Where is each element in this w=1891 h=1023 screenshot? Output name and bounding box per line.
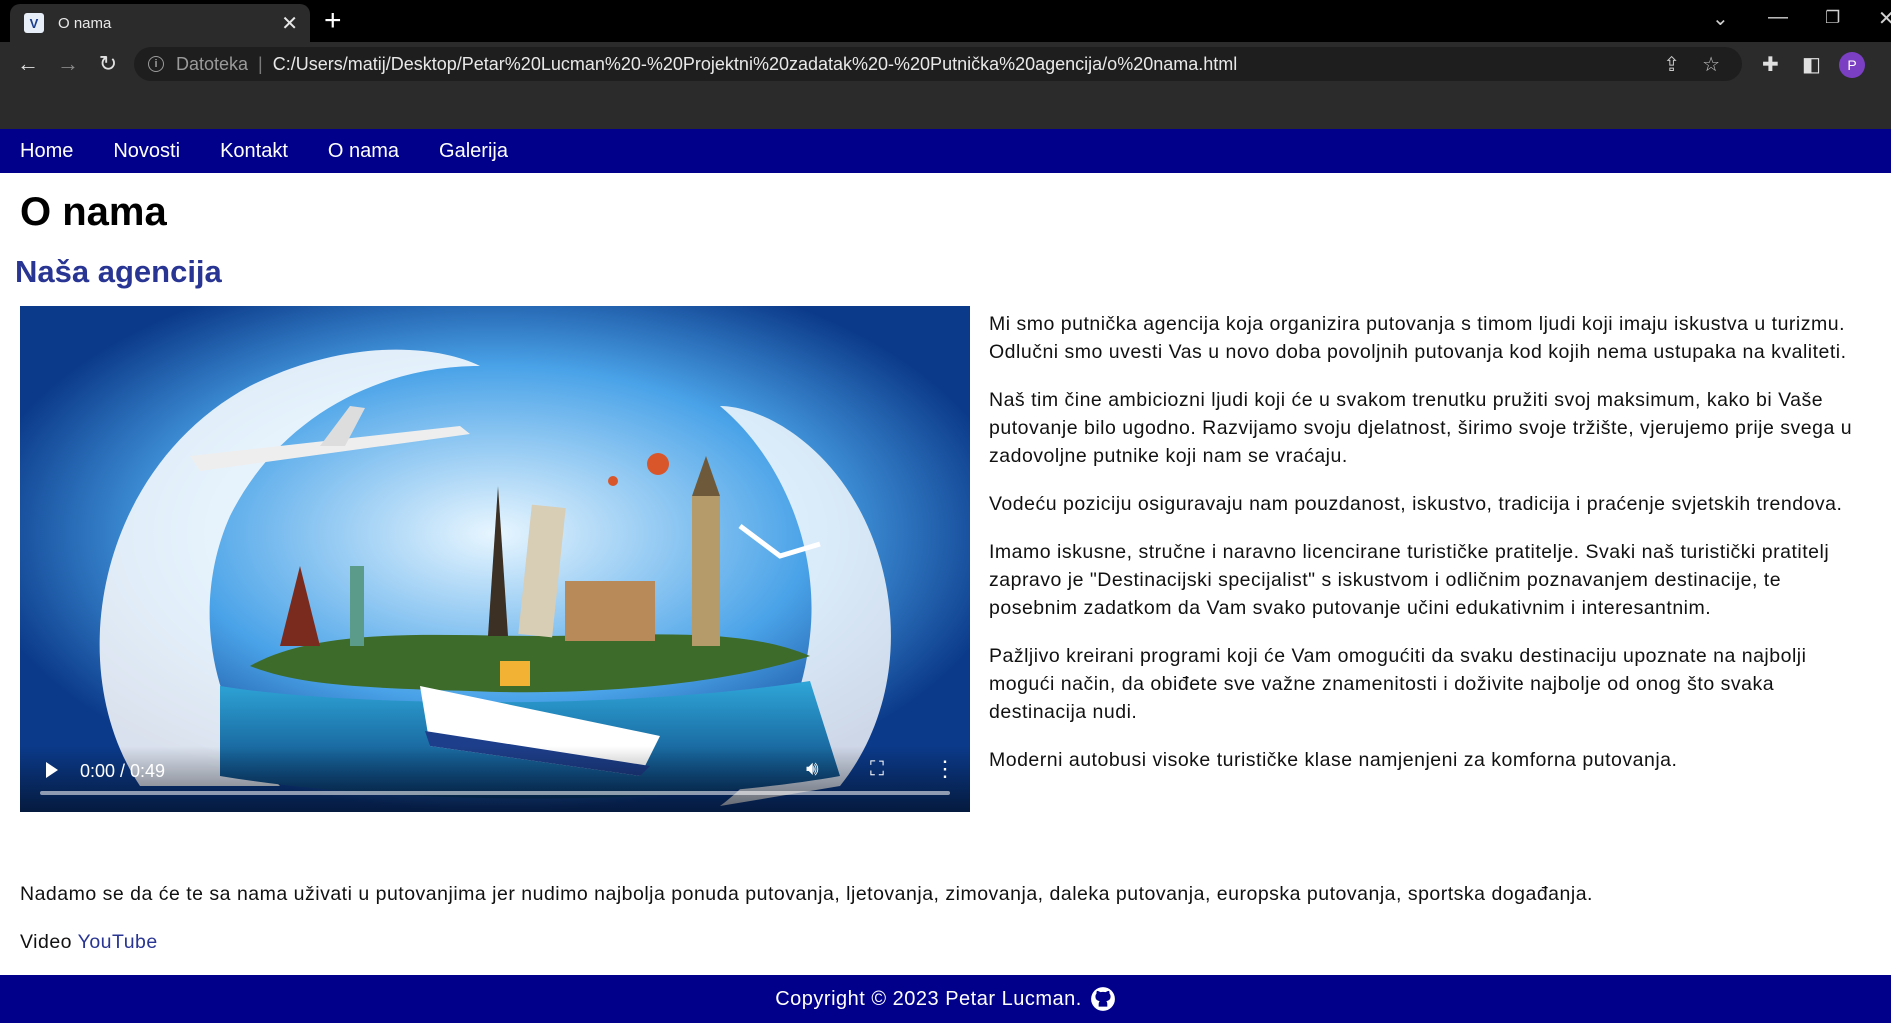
- back-arrow-icon[interactable]: ←: [14, 50, 42, 78]
- close-window-icon[interactable]: ✕: [1878, 6, 1891, 31]
- bookmarks-bar-area: [0, 86, 1891, 129]
- closing-paragraph: Nadamo se da će te sa nama uživati u put…: [20, 883, 1593, 905]
- footer-copyright: Copyright © 2023 Petar Lucman.: [775, 987, 1082, 1010]
- tab-close-icon[interactable]: ✕: [281, 11, 298, 36]
- site-footer: Copyright © 2023 Petar Lucman.: [0, 975, 1891, 1023]
- nav-novosti-link[interactable]: Novosti: [113, 140, 180, 163]
- nav-home-link[interactable]: Home: [20, 140, 73, 163]
- nav-kontakt-link[interactable]: Kontakt: [220, 140, 288, 163]
- video-progress-bar[interactable]: [40, 791, 950, 795]
- site-navbar: Home Novosti Kontakt O nama Galerija: [0, 129, 1891, 173]
- nav-o-nama-link[interactable]: O nama: [328, 140, 399, 163]
- browser-tab[interactable]: V O nama ✕: [10, 4, 310, 42]
- play-icon[interactable]: [44, 760, 60, 780]
- fullscreen-icon[interactable]: ⛶: [870, 758, 884, 781]
- browser-toolbar: ← → ↻ i Datoteka | C:/Users/matij/Deskto…: [0, 42, 1891, 86]
- new-tab-icon[interactable]: +: [324, 5, 342, 37]
- about-paragraph: Vodeću poziciju osiguravaju nam pouzdano…: [989, 493, 1843, 515]
- volume-icon[interactable]: 🔊︎: [806, 758, 819, 781]
- about-paragraph: Moderni autobusi visoke turističke klase…: [989, 749, 1678, 771]
- bookmark-star-icon[interactable]: ☆: [1702, 52, 1720, 77]
- restore-icon[interactable]: ❐: [1825, 8, 1840, 28]
- info-icon[interactable]: i: [148, 56, 164, 72]
- tab-favicon-icon: V: [24, 13, 44, 33]
- side-panel-icon[interactable]: ◧: [1802, 52, 1821, 77]
- github-icon[interactable]: [1090, 986, 1116, 1012]
- nav-galerija-link[interactable]: Galerija: [439, 140, 508, 163]
- tab-search-chevron-icon[interactable]: ⌄: [1712, 6, 1729, 31]
- browser-tabstrip: V O nama ✕ + ⌄ — ❐ ✕: [0, 0, 1891, 42]
- forward-arrow-icon[interactable]: →: [54, 50, 82, 78]
- video-controls: 0:00 / 0:49 🔊︎ ⛶ ⋮: [20, 746, 970, 812]
- video-time: 0:00 / 0:49: [80, 761, 166, 781]
- about-paragraph: Mi smo putnička agencija koja organizira…: [989, 313, 1847, 363]
- reload-icon[interactable]: ↻: [94, 50, 122, 78]
- youtube-link[interactable]: YouTube: [78, 931, 158, 953]
- about-paragraph: Naš tim čine ambiciozni ljudi koji će u …: [989, 389, 1853, 467]
- video-poster-image: [20, 306, 970, 812]
- address-bar[interactable]: i Datoteka | C:/Users/matij/Desktop/Peta…: [134, 47, 1742, 81]
- video-link-line: Video YouTube: [20, 928, 158, 956]
- profile-avatar[interactable]: P: [1839, 52, 1865, 78]
- about-text-column: Mi smo putnička agencija koja organizira…: [989, 310, 1875, 794]
- more-options-icon[interactable]: ⋮: [934, 756, 956, 782]
- about-paragraph: Imamo iskusne, stručne i naravno licenci…: [989, 541, 1830, 619]
- page-title: O nama: [20, 190, 167, 234]
- address-separator: |: [258, 53, 263, 74]
- about-paragraph: Pažljivo kreirani programi koji će Vam o…: [989, 645, 1807, 723]
- share-icon[interactable]: ⇪: [1663, 52, 1680, 77]
- extensions-puzzle-icon[interactable]: ✚: [1762, 52, 1779, 77]
- scheme-label: Datoteka: [176, 53, 249, 74]
- video-player[interactable]: 0:00 / 0:49 🔊︎ ⛶ ⋮: [20, 306, 970, 812]
- video-label: Video: [20, 931, 73, 953]
- tab-title: O nama: [58, 14, 112, 32]
- minimize-icon[interactable]: —: [1768, 6, 1788, 29]
- url-text[interactable]: C:/Users/matij/Desktop/Petar%20Lucman%20…: [273, 54, 1664, 75]
- page-subtitle: Naša agencija: [15, 254, 222, 289]
